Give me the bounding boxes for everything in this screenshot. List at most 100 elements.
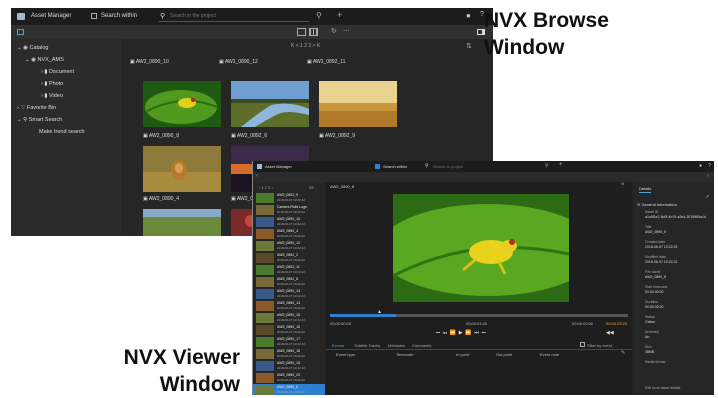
grid-view-icon[interactable]	[309, 28, 318, 36]
timeline[interactable]	[330, 314, 628, 317]
tab-events[interactable]: Events	[332, 343, 344, 348]
clip-list-item[interactable]: AW2_0890_8 2018-06-07 10:22:22	[253, 384, 325, 395]
clip-name: ▣ AW2_0890_12	[219, 59, 258, 65]
back-icon[interactable]: ‹	[256, 173, 258, 179]
forward-icon[interactable]: ›	[707, 173, 709, 179]
search-input[interactable]: ⚲ Search in the project	[159, 11, 309, 22]
clip-list-item[interactable]: AW2_0892_2 2018-06-07 10:22:22	[253, 252, 325, 264]
clip-list-item[interactable]: AW2_0890_4 2018-06-07 10:22:22	[253, 228, 325, 240]
film-icon: ▣	[319, 133, 324, 139]
clip-list-item[interactable]: AW2_0890_20 2018-06-07 10:22:22	[253, 372, 325, 384]
expand-icon[interactable]: ↗	[705, 194, 709, 200]
clip-list-item[interactable]: AW2_0890_10 2018-06-07 10:22:22	[253, 216, 325, 228]
thumbnail-lion[interactable]	[143, 146, 221, 192]
next-icon[interactable]: ⏭	[474, 330, 479, 336]
close-icon[interactable]: ×	[621, 182, 625, 188]
tree-item-catalog[interactable]: ⌄ ◉ Catalog	[17, 45, 48, 51]
filter-icon[interactable]: ⚲	[545, 163, 549, 169]
clip-list-item[interactable]: AW2_0890_12 2018-06-07 10:22:22	[253, 240, 325, 252]
tree-item-photo[interactable]: › ▮ Photo	[41, 81, 63, 87]
globe-icon: ◉	[23, 45, 28, 51]
chevron-right-icon: ›	[41, 81, 43, 87]
search-input[interactable]: Search in project	[433, 164, 463, 169]
clip-list-item[interactable]: AW2_0890_16 2018-06-07 10:22:22	[253, 324, 325, 336]
pager[interactable]: ‹ 1 2 3 ›	[259, 185, 273, 190]
player-area: AW2_0890_8 × ▲ 00:00:00:00 00:00:01:00 0…	[326, 182, 632, 395]
film-icon: ▣	[307, 59, 312, 65]
playhead-marker[interactable]: ▲	[377, 309, 382, 315]
tree-label: Document	[48, 69, 75, 75]
thumbnail-savanna[interactable]	[319, 81, 397, 127]
tree-item-project[interactable]: ⌄ ◉ NVX_AMS	[25, 57, 64, 63]
search-within-checkbox[interactable]	[91, 13, 97, 19]
detail-value: a1c6f2a7-8d0f-4b79-a2b4-2015985a1d	[645, 215, 706, 219]
tree-item-smart-query[interactable]: Make trend search	[39, 129, 85, 135]
tree-item-favorite[interactable]: › ♡ Favorite Bin	[17, 105, 56, 111]
browse-header: Asset Manager Search within ⚲ Search in …	[11, 8, 493, 25]
clip-list-item[interactable]: AW2_0890_14 2018-06-07 10:22:22	[253, 300, 325, 312]
prev-icon[interactable]: ⏮	[443, 330, 447, 336]
clip-list-item[interactable]: AW2_0890_18 2018-06-07 10:22:22	[253, 348, 325, 360]
add-icon[interactable]: +	[559, 162, 563, 168]
tab-comments[interactable]: Comments	[412, 343, 431, 348]
list-item-name: AW2_0890_18	[277, 349, 301, 353]
list-item-date: 2018-06-07 10:22:22	[277, 390, 305, 394]
refresh-icon[interactable]: ↻	[331, 27, 337, 35]
header-out-point: Out point	[496, 352, 513, 357]
play-icon[interactable]: ▶	[459, 330, 463, 336]
viewer-header: Asset Manager Search within ⚲ Search in …	[253, 161, 714, 172]
list-item-date: 2018-06-07 10:22:22	[277, 306, 305, 310]
tab-subtitles[interactable]: Subtitle Tracks	[354, 343, 380, 348]
folder-icon: ▮	[44, 81, 48, 87]
user-icon[interactable]: ●	[466, 11, 471, 20]
user-icon[interactable]: ●	[699, 163, 702, 169]
add-event-icon[interactable]: ✎	[621, 350, 625, 356]
filter-icon[interactable]: ⚲	[316, 11, 322, 20]
clip-list-item[interactable]: AW2_0890_15 2018-06-07 10:22:22	[253, 312, 325, 324]
help-icon[interactable]: ?	[708, 163, 711, 169]
detail-value: 00:00:03:20	[645, 305, 664, 309]
more-icon[interactable]: ⋯	[343, 27, 350, 35]
filter-checkbox[interactable]	[580, 342, 585, 347]
sort-icon[interactable]: ⇅	[466, 42, 472, 50]
clip-name: ▣ AW2_0892_9	[319, 133, 355, 139]
tree-item-smart-search[interactable]: ⌄ ⚲ Smart Search	[17, 117, 62, 123]
list-thumbnail	[256, 193, 274, 203]
clip-list-item[interactable]: AW2_0892_9 2018-06-07 10:22:22	[253, 192, 325, 204]
list-view-icon[interactable]	[297, 28, 306, 36]
list-thumbnail	[256, 241, 274, 251]
rewind-icon[interactable]: ⏪	[450, 330, 456, 336]
video-frame[interactable]	[393, 194, 569, 302]
panel-toggle-icon[interactable]	[17, 29, 24, 35]
film-icon: ▣	[219, 59, 224, 65]
clip-list-item[interactable]: AW2_0892_11 2018-06-07 10:22:22	[253, 264, 325, 276]
volume-icon[interactable]: ◀◀	[606, 330, 614, 336]
panel-footer-link[interactable]: Edit more asset details	[645, 386, 680, 390]
clip-list-item[interactable]: AW2_0890_17 2018-06-07 10:22:22	[253, 336, 325, 348]
search-placeholder: Search in the project	[170, 13, 216, 19]
add-icon[interactable]: +	[337, 10, 342, 20]
clip-list-item[interactable]: AW2_0890_13 2018-06-07 10:22:22	[253, 288, 325, 300]
mark-out-icon[interactable]: ⎓	[482, 330, 486, 336]
tab-metadata[interactable]: Metadata	[388, 343, 405, 348]
app-title: Asset Manager	[265, 164, 292, 169]
mark-in-icon[interactable]: ⎓	[436, 330, 440, 336]
clip-list-item[interactable]: AW2_0892_6 2018-06-07 10:22:22	[253, 276, 325, 288]
search-within-checkbox[interactable]	[375, 164, 380, 169]
thumbnail-field[interactable]	[143, 209, 221, 236]
list-item-name: AW2_0892_11	[277, 265, 300, 269]
list-item-date: 2018-06-07 10:22:22	[277, 330, 305, 334]
thumbnail-river[interactable]	[231, 81, 309, 127]
clip-list-item[interactable]: AW2_0890_19 2018-06-07 10:22:22	[253, 360, 325, 372]
fast-forward-icon[interactable]: ⏩	[465, 330, 471, 336]
tree-item-video[interactable]: › ▮ Video	[41, 93, 63, 99]
pager[interactable]: K < 1 2 3 > K	[291, 43, 320, 49]
list-thumbnail	[256, 265, 274, 275]
clip-list-item[interactable]: Camera Rolls Logs 2018-06-07 10:22:22	[253, 204, 325, 216]
list-item-date: 2018-06-07 10:22:22	[277, 210, 305, 214]
list-thumbnail	[256, 301, 274, 311]
list-item-name: AW2_0890_12	[277, 241, 301, 245]
thumbnail-frog[interactable]	[143, 81, 221, 127]
tree-item-document[interactable]: › ▮ Document	[41, 69, 74, 75]
chevron-down-icon: ⌄	[17, 45, 22, 51]
